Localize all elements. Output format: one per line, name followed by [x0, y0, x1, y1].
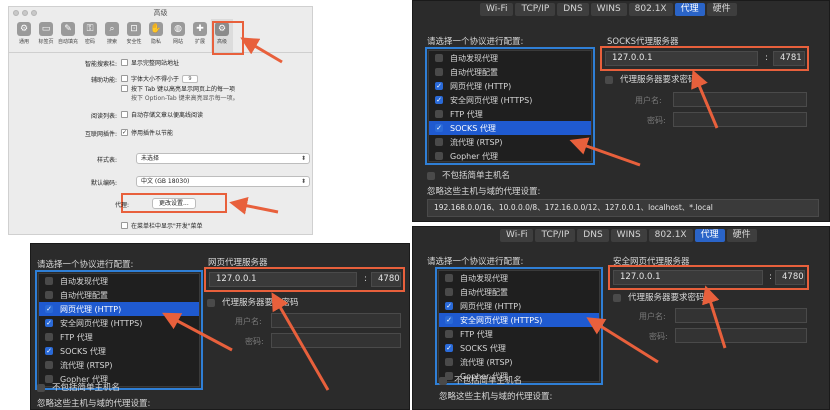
arrow-to-https-server [702, 285, 727, 349]
arrow-to-change-settings [229, 196, 279, 215]
arrow-to-socks-item [569, 137, 641, 167]
annotation-arrows [162, 37, 727, 391]
arrow-to-socks-server [691, 69, 719, 129]
arrow-to-http-server [271, 292, 330, 391]
arrow-to-advanced [240, 37, 283, 64]
arrow-to-https-item [586, 317, 659, 364]
arrow-to-http-item [162, 312, 233, 352]
